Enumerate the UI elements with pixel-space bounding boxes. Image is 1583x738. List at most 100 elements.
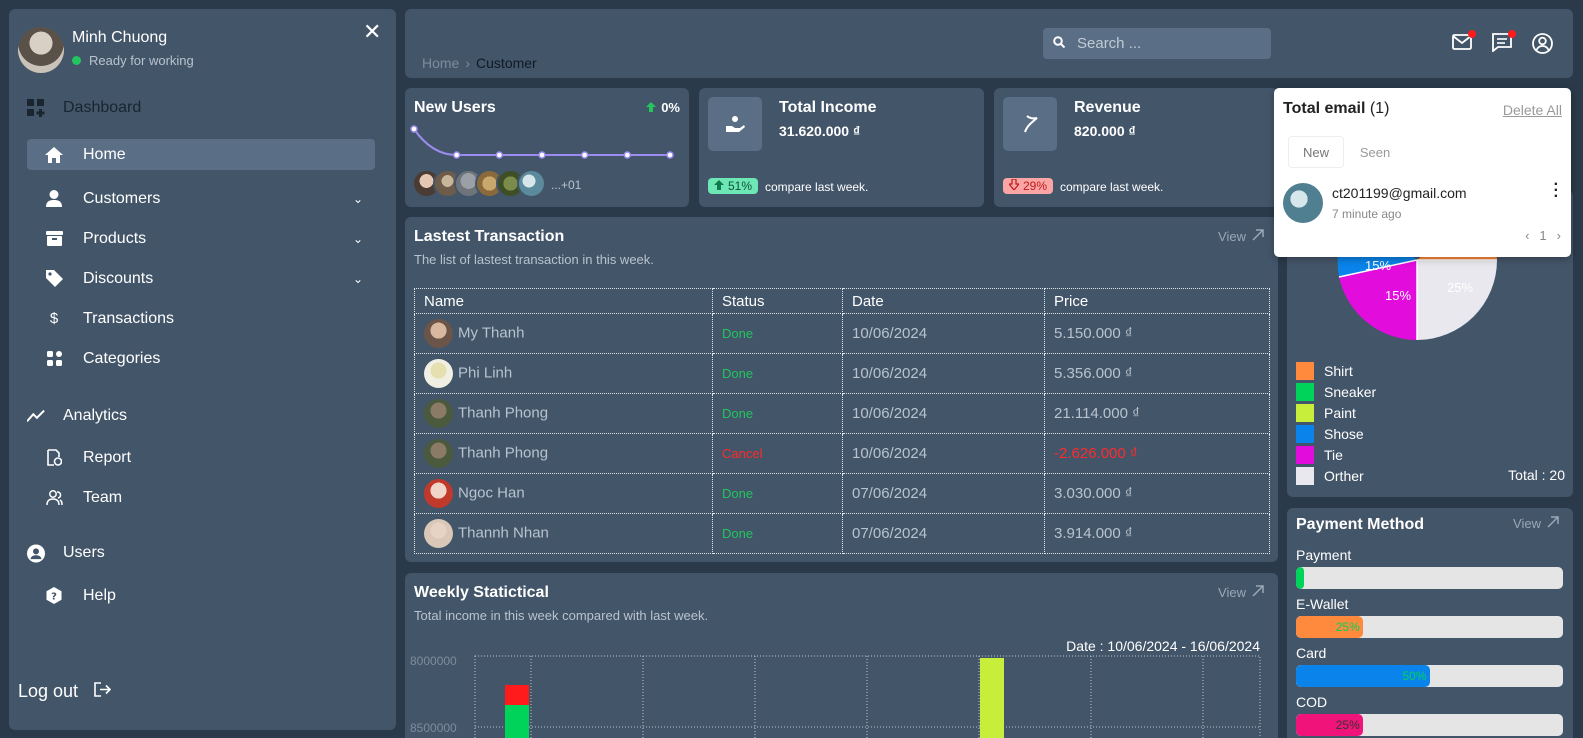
table-row[interactable]: Ngoc Han Done 07/06/2024 3.030.000 ₫ (414, 473, 1270, 514)
team-icon (45, 489, 63, 507)
chevron-right-icon[interactable]: › (1557, 228, 1561, 243)
sidebar-item-home[interactable]: Home (27, 139, 375, 170)
trend-point (580, 151, 589, 159)
chevron-down-icon: ⌄ (352, 271, 363, 286)
status-cell: Done (712, 513, 843, 554)
revenue-card: Revenue 820.000 ₫ 29% compare last week. (994, 88, 1278, 207)
chevron-left-icon[interactable]: ‹ (1525, 228, 1529, 243)
sidebar-item-products[interactable]: Products ⌄ (27, 223, 375, 254)
profile-avatar[interactable] (18, 27, 64, 73)
popup-title-text: Total email (1283, 100, 1366, 117)
payment-method-panel: Payment Method View Payment E-Wallet 25%… (1287, 508, 1573, 738)
card-title: Revenue (1074, 99, 1141, 116)
legend-item: Tie (1296, 446, 1343, 464)
sidebar-item-categories[interactable]: Categories (27, 343, 375, 374)
account-icon[interactable] (1532, 33, 1554, 55)
topbar: Home › Customer (405, 9, 1573, 78)
legend-swatch (1296, 446, 1314, 464)
legend-label: Paint (1324, 405, 1356, 421)
view-link[interactable]: View (1513, 516, 1559, 531)
customer-name: Thannh Nhan (458, 524, 549, 542)
arrow-up-icon (646, 100, 657, 115)
status-cell: Done (712, 313, 843, 354)
latest-transaction-panel: Lastest Transaction The list of lastest … (405, 217, 1278, 562)
popup-title: Total email (1) (1283, 100, 1389, 118)
revenue-change-badge: 29% (1003, 178, 1054, 194)
legend-label: Sneaker (1324, 384, 1377, 400)
delete-all-button[interactable]: Delete All (1503, 102, 1562, 118)
avatar (424, 439, 453, 468)
table-row[interactable]: Thannh Nhan Done 07/06/2024 3.914.000 ₫ (414, 513, 1270, 554)
price-cell: 3.914.000 ₫ (1044, 513, 1270, 554)
view-link[interactable]: View (1218, 229, 1264, 244)
section-subtitle: Total income in this week compared with … (414, 608, 709, 623)
search-input[interactable] (1077, 35, 1257, 52)
avatar (424, 479, 453, 508)
mail-icon[interactable] (1452, 30, 1476, 55)
column-header: Price (1044, 288, 1270, 314)
nav-section-analytics-label: Analytics (63, 407, 128, 424)
pie-label: 25% (1447, 280, 1473, 295)
trend-point (623, 151, 632, 159)
y-tick-label: 8000000 (410, 654, 457, 668)
total-income-card: Total Income 31.620.000 ₫ 51% compare la… (699, 88, 984, 207)
name-cell: Thannh Nhan (414, 513, 713, 554)
search-box[interactable] (1043, 28, 1271, 59)
progress-bar (1296, 567, 1563, 589)
section-title: Weekly Statictical (414, 584, 549, 601)
breadcrumb-current: Customer (476, 55, 537, 71)
bar (980, 658, 1004, 738)
customer-name: Phi Linh (458, 364, 513, 382)
price-cell: 5.150.000 ₫ (1044, 313, 1270, 354)
legend-item: Shose (1296, 425, 1364, 443)
email-sender[interactable]: ct201199@gmail.com (1332, 185, 1467, 201)
price-cell: 21.114.000 ₫ (1044, 393, 1270, 434)
sidebar-item-team[interactable]: Team (27, 482, 375, 513)
status-cell: Cancel (712, 433, 843, 474)
arrow-up-right-icon (1547, 516, 1559, 531)
more-users-count: ...+01 (551, 178, 582, 192)
more-vertical-icon[interactable]: · · · (1554, 177, 1559, 205)
user-name: Minh Chuong (72, 29, 168, 46)
sidebar-item-help[interactable]: ? Help (27, 580, 375, 611)
price-cell: 3.030.000 ₫ (1044, 473, 1270, 514)
compare-text: compare last week. (1060, 180, 1164, 194)
transaction-table: Name Status Date Price My Thanh Done 10/… (414, 288, 1270, 554)
email-notification-popup: Total email (1) Delete All New Seen ct20… (1274, 88, 1571, 257)
bar (505, 685, 529, 705)
table-row[interactable]: Thanh Phong Done 10/06/2024 21.114.000 ₫ (414, 393, 1270, 434)
legend-label: Shose (1324, 426, 1364, 442)
nav-section-analytics[interactable]: Analytics (27, 407, 127, 425)
table-row[interactable]: My Thanh Done 10/06/2024 5.150.000 ₫ (414, 313, 1270, 354)
avatar (424, 359, 453, 388)
table-row[interactable]: Thanh Phong Cancel 10/06/2024 -2.626.000… (414, 433, 1270, 474)
progress-bar: 25% (1296, 616, 1563, 638)
sidebar-item-customers[interactable]: Customers ⌄ (27, 183, 375, 214)
message-icon[interactable] (1492, 30, 1516, 55)
avatar (424, 319, 453, 348)
progress-fill: 25% (1296, 616, 1363, 638)
nav-section-users[interactable]: Users (27, 544, 105, 562)
nav-section-dashboard[interactable]: Dashboard (27, 99, 141, 117)
trend-point (538, 151, 546, 159)
weekly-statistical-panel: Weekly Statictical Total income in this … (405, 573, 1278, 738)
trend-point (410, 125, 418, 133)
view-link[interactable]: View (1218, 585, 1264, 600)
status-dot-icon (72, 56, 81, 65)
table-row[interactable]: Phi Linh Done 10/06/2024 5.356.000 ₫ (414, 353, 1270, 394)
sidebar-item-transactions[interactable]: $ Transactions (27, 303, 375, 334)
revenue-icon (1003, 97, 1057, 151)
close-icon[interactable]: ✕ (363, 19, 381, 45)
breadcrumb-home[interactable]: Home (422, 55, 459, 71)
user-status-text: Ready for working (89, 53, 194, 68)
logout-button[interactable]: Log out (18, 681, 112, 702)
customer-name: My Thanh (458, 324, 525, 342)
avatar (517, 169, 546, 198)
tab-new[interactable]: New (1288, 136, 1344, 168)
column-header: Status (712, 288, 843, 314)
sidebar-item-report[interactable]: Report (27, 442, 375, 473)
sidebar-item-discounts[interactable]: Discounts ⌄ (27, 263, 375, 294)
nav-section-dashboard-label: Dashboard (63, 99, 142, 116)
view-link-label: View (1218, 585, 1246, 600)
tab-seen[interactable]: Seen (1354, 136, 1396, 168)
